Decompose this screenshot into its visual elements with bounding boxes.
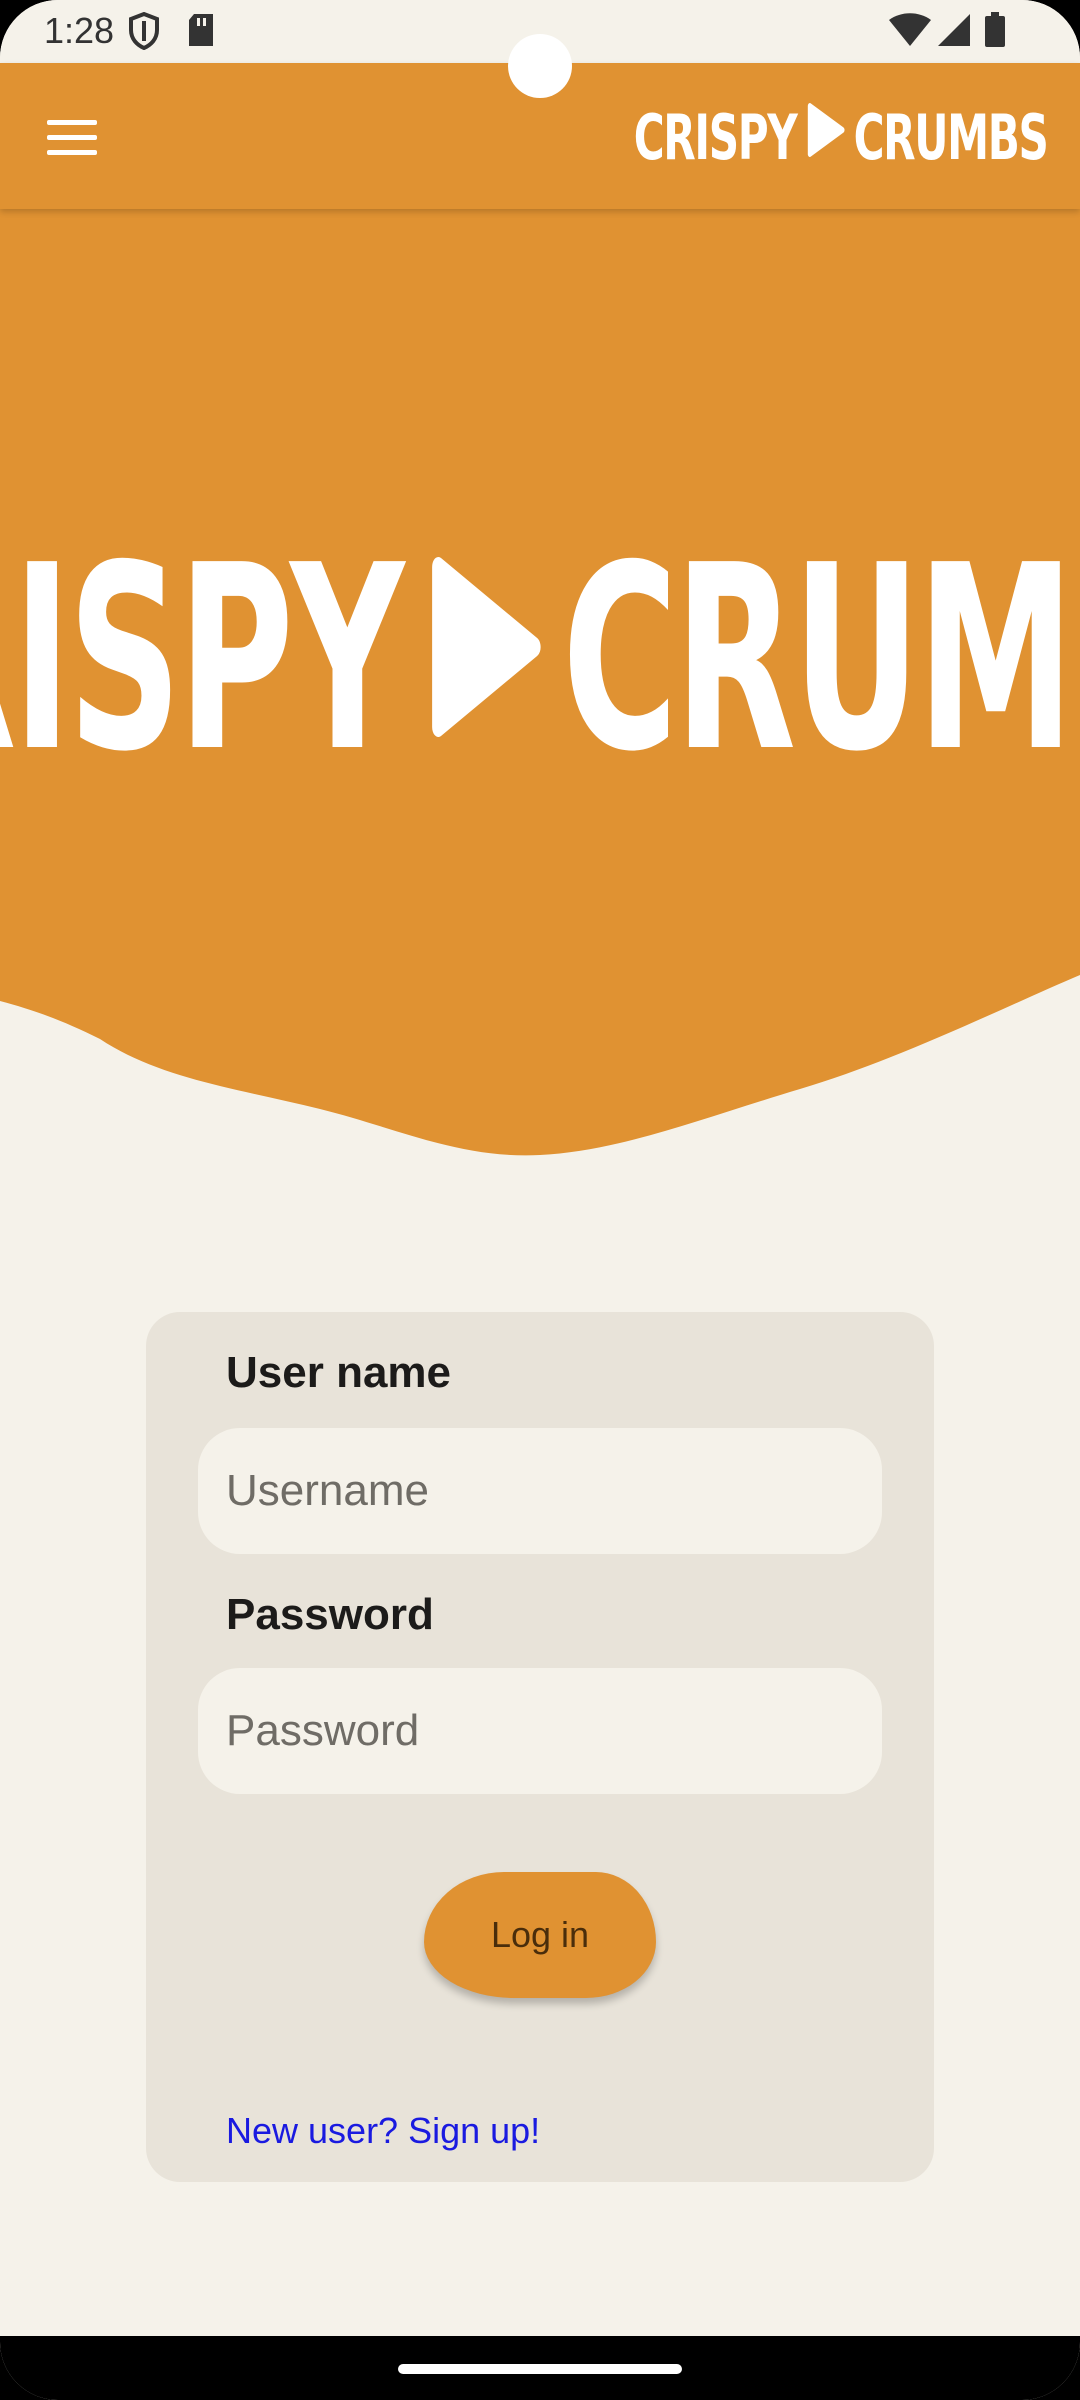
app-logo: CRISPY CRUMBS <box>634 97 1049 177</box>
password-input[interactable] <box>198 1668 882 1794</box>
app-screen: 1:28 CRISPY CRUMBS ISPY CRUM User name U… <box>0 0 1080 2400</box>
signal-icon <box>936 12 972 53</box>
home-gesture-handle[interactable] <box>398 2364 682 2374</box>
sd-card-icon <box>186 12 216 53</box>
hero-logo-word-crispy: CRISPY <box>0 510 405 808</box>
hamburger-menu-icon[interactable] <box>30 99 114 175</box>
battery-icon <box>984 12 1006 53</box>
status-time: 1:28 <box>44 10 115 51</box>
play-icon <box>805 100 846 175</box>
shield-icon <box>128 11 160 55</box>
password-label: Password <box>226 1590 434 1639</box>
hero-logo: CRISPY CRUMBS <box>0 511 1080 808</box>
hero-logo-word-crumbs: CRUMBS <box>562 510 1080 808</box>
logo-word-crumbs: CRUMBS <box>854 100 1049 174</box>
camera-cutout <box>508 34 572 98</box>
wifi-icon <box>888 12 932 53</box>
play-icon <box>419 511 543 808</box>
signup-link[interactable]: New user? Sign up! <box>226 2110 540 2152</box>
logo-word-crispy: CRISPY <box>634 100 798 174</box>
username-input[interactable] <box>198 1428 882 1554</box>
login-card: User name Password Log in New user? Sign… <box>146 1312 934 2182</box>
login-button[interactable]: Log in <box>424 1872 656 1998</box>
username-label: User name <box>226 1348 452 1397</box>
hero-banner: CRISPY CRUMBS <box>0 209 1080 1169</box>
